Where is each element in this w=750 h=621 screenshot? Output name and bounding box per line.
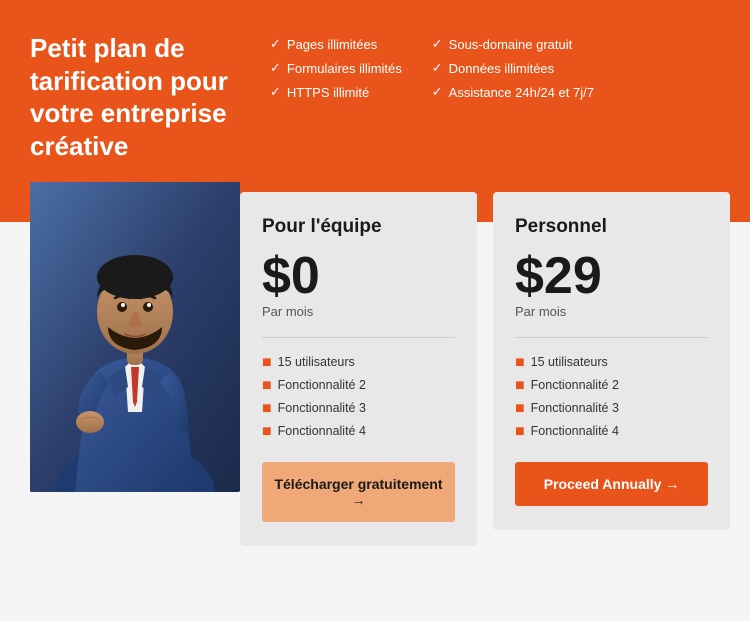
feature-item: ✓Formulaires illimités [270,60,402,76]
person-image [30,182,240,492]
feature-item: ✓Pages illimitées [270,36,402,52]
feature-item: ■ Fonctionnalité 3 [262,400,455,417]
check-icon: ✓ [270,84,281,100]
feature-item: ■ Fonctionnalité 4 [515,423,708,440]
feature-list-2: ✓Sous-domaine gratuit ✓Données illimitées… [432,36,594,162]
feature-item: ✓Sous-domaine gratuit [432,36,594,52]
pricing-card-personal: Personnel $29 Par mois ■ 15 utilisateurs… [493,192,730,530]
feature-item: ■ 15 utilisateurs [262,354,455,371]
card-title-personal: Personnel [515,216,708,238]
card-title-team: Pour l'équipe [262,216,455,238]
check-icon: ✓ [270,36,281,52]
bullet-icon: ■ [262,401,272,417]
left-col [0,222,230,621]
bullet-icon: ■ [262,424,272,440]
check-icon: ✓ [270,60,281,76]
check-icon: ✓ [432,36,443,52]
check-icon: ✓ [432,60,443,76]
card-period-team: Par mois [262,304,455,319]
feature-item: ✓Assistance 24h/24 et 7j/7 [432,84,594,100]
card-period-personal: Par mois [515,304,708,319]
card-features-team: ■ 15 utilisateurs ■ Fonctionnalité 2 ■ F… [262,354,455,440]
page-wrapper: Petit plan de tarification pour votre en… [0,0,750,621]
header-inner: Petit plan de tarification pour votre en… [30,32,720,162]
feature-item: ■ Fonctionnalité 2 [262,377,455,394]
cards-area: Pour l'équipe $0 Par mois ■ 15 utilisate… [230,222,750,621]
card-divider [262,337,455,338]
feature-list-1: ✓Pages illimitées✓Formulaires illimités✓… [270,36,402,162]
header-title-col: Petit plan de tarification pour votre en… [30,32,250,162]
card-price-team: $0 [262,250,455,302]
bullet-icon: ■ [515,378,525,394]
header-features-col: ✓Pages illimitées✓Formulaires illimités✓… [270,32,594,162]
card-button-team[interactable]: Télécharger gratuitement → [262,462,455,522]
bullet-icon: ■ [515,355,525,371]
card-features-personal: ■ 15 utilisateurs ■ Fonctionnalité 2 ■ F… [515,354,708,440]
feature-item: ✓HTTPS illimité [270,84,402,100]
page-title: Petit plan de tarification pour votre en… [30,32,250,162]
card-button-personal[interactable]: Proceed Annually → [515,462,708,506]
check-icon: ✓ [432,84,443,100]
feature-item: ■ Fonctionnalité 2 [515,377,708,394]
bullet-icon: ■ [262,355,272,371]
feature-item: ■ 15 utilisateurs [515,354,708,371]
person-svg [30,182,240,492]
bullet-icon: ■ [262,378,272,394]
bullet-icon: ■ [515,424,525,440]
feature-item: ■ Fonctionnalité 4 [262,423,455,440]
card-divider [515,337,708,338]
content-section: Pour l'équipe $0 Par mois ■ 15 utilisate… [0,222,750,621]
feature-item: ✓Données illimitées [432,60,594,76]
pricing-card-team: Pour l'équipe $0 Par mois ■ 15 utilisate… [240,192,477,546]
bullet-icon: ■ [515,401,525,417]
card-price-personal: $29 [515,250,708,302]
feature-item: ■ Fonctionnalité 3 [515,400,708,417]
